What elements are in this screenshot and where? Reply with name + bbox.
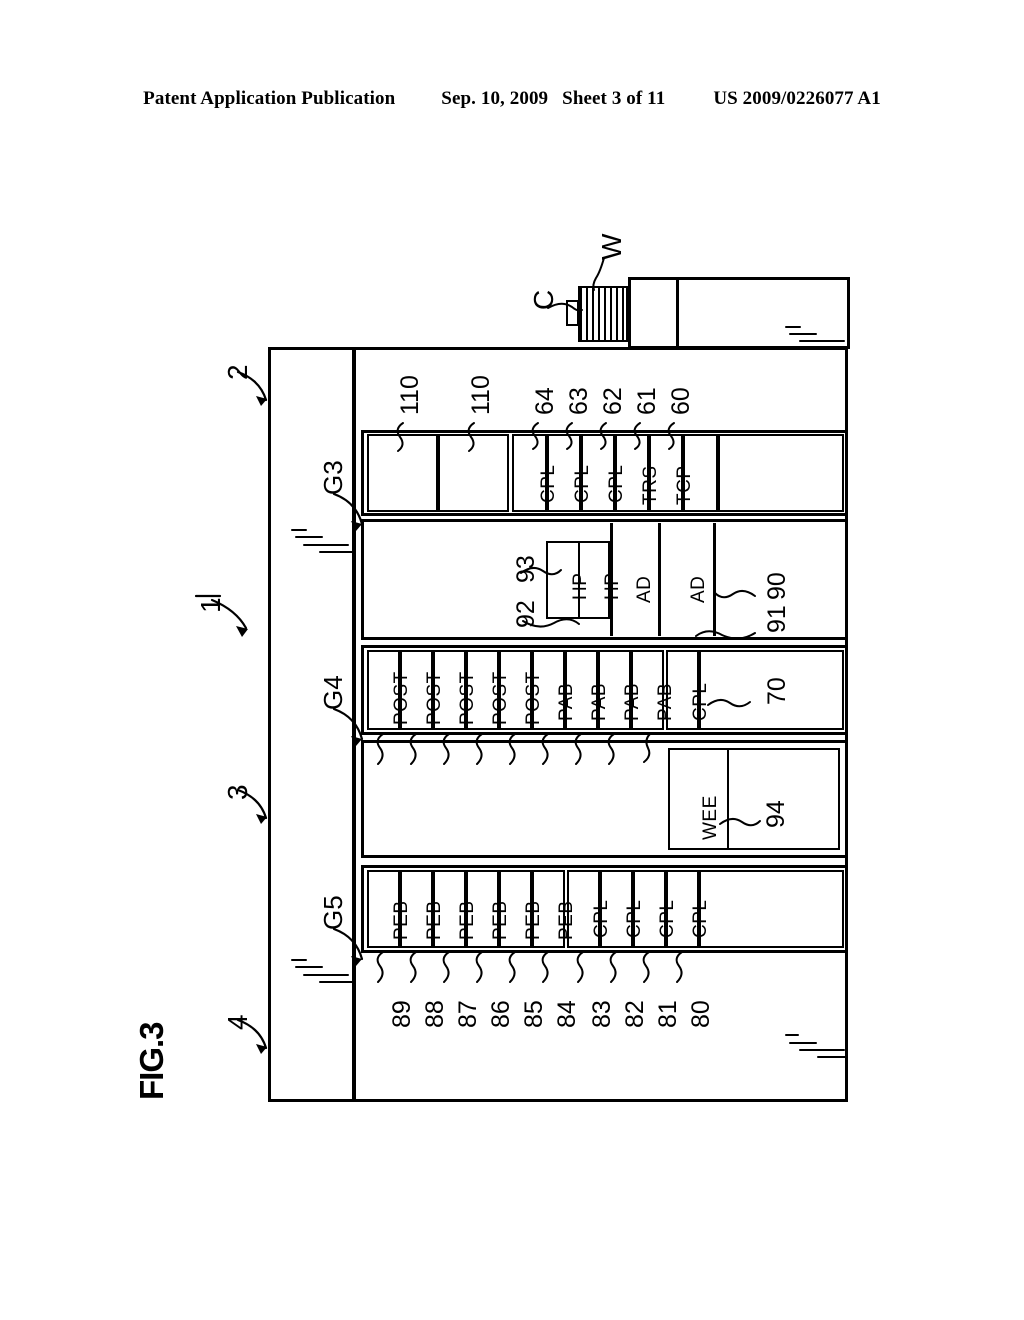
ref-num-83: 83	[588, 1000, 616, 1028]
wee-box	[668, 748, 840, 850]
ref-num-62: 62	[599, 387, 627, 415]
g5-cell-blank	[699, 870, 844, 948]
g5-cell-label-1: PEB	[424, 900, 445, 940]
ref-num-61: 61	[633, 387, 661, 415]
hp-cell-label-1: HP	[602, 573, 624, 600]
patent-figure-drawing: CPL CPL CPL TRS TCP G3 110 110 64 63 62 …	[0, 0, 1024, 1320]
g4-cell-label-9: CPL	[690, 682, 711, 721]
g5-cell-label-2: PEB	[457, 900, 478, 940]
ref-num-110-b: 110	[467, 375, 495, 415]
callout-letter-w: W	[596, 233, 627, 260]
g3-cell-label-6: TCP	[674, 465, 695, 506]
ad-cell-label-1: AD	[688, 575, 709, 603]
ref-num-110-a: 110	[396, 375, 424, 415]
ref-num-80: 80	[687, 1000, 715, 1028]
g4-cell-label-4: POST	[523, 671, 544, 725]
outer-frame-inner-wall	[352, 347, 356, 1102]
ref-num-85: 85	[520, 1000, 548, 1028]
ref-num-64: 64	[531, 387, 559, 415]
ad-divider-left	[610, 523, 613, 636]
group-label-g4: G4	[318, 675, 348, 710]
wee-cell-label: WEE	[700, 795, 721, 840]
g5-cell-label-7: CPL	[624, 899, 645, 938]
group-label-g3: G3	[318, 460, 348, 495]
g4-cell-label-7: PAB	[622, 682, 643, 721]
g4-cell-label-6: PAB	[589, 682, 610, 721]
ref-num-84: 84	[553, 1000, 581, 1028]
g3-cell-label-5: TRS	[640, 465, 661, 506]
g4-cell-label-3: POST	[490, 671, 511, 725]
wee-box-divider	[727, 748, 729, 850]
ad-divider-mid	[658, 523, 661, 636]
ref-num-88: 88	[421, 1000, 449, 1028]
carrier-station-housing	[628, 277, 850, 349]
ad-divider-right	[713, 523, 716, 636]
callout-num-3: 3	[222, 784, 253, 800]
callout-num-1: 1	[195, 597, 226, 613]
hp-cell-label-0: HP	[570, 572, 591, 600]
g5-cell-label-0: PEB	[391, 900, 412, 940]
g5-cell-label-3: PEB	[490, 900, 511, 940]
callout-num-2: 2	[222, 364, 253, 380]
g4-cell-label-1: POST	[424, 671, 445, 725]
group-label-g5: G5	[318, 895, 348, 930]
ref-num-60: 60	[667, 387, 695, 415]
ref-num-90: 90	[763, 572, 791, 600]
g5-cell-label-9: CPL	[690, 899, 711, 938]
g5-cell-label-6: CPL	[591, 899, 612, 938]
ref-num-94: 94	[762, 800, 790, 828]
ref-num-63: 63	[565, 387, 593, 415]
ref-num-92: 92	[512, 600, 540, 628]
ref-num-93: 93	[512, 555, 540, 583]
g4-cell-label-0: POST	[391, 671, 412, 725]
g4-cell-label-2: POST	[457, 671, 478, 725]
g4-cell-label-5: PAB	[556, 682, 577, 721]
g3-cell-0	[367, 434, 438, 512]
ad-cell-label-0: AD	[634, 575, 655, 603]
ref-num-87: 87	[454, 1000, 482, 1028]
g5-cell-label-8: CPL	[657, 899, 678, 938]
g5-cell-label-4: PEB	[523, 900, 544, 940]
g3-cell-label-3: CPL	[572, 464, 593, 503]
g3-cell-label-2: CPL	[538, 464, 559, 503]
callout-num-4: 4	[222, 1014, 253, 1030]
ref-num-82: 82	[621, 1000, 649, 1028]
carrier-latch	[566, 300, 579, 326]
ref-num-70: 70	[763, 677, 791, 705]
wafer-carrier-stripes	[578, 286, 628, 342]
ref-num-89: 89	[388, 1000, 416, 1028]
ref-num-81: 81	[654, 1000, 682, 1028]
g4-cell-label-8: PAB	[655, 682, 676, 721]
carrier-station-divider	[676, 277, 679, 349]
g3-cell-1	[438, 434, 509, 512]
ref-num-91: 91	[763, 605, 791, 633]
g5-cell-label-5: PEB	[556, 900, 577, 940]
ref-num-86: 86	[487, 1000, 515, 1028]
g3-cell-label-4: CPL	[606, 464, 627, 503]
g3-cell-blank-b	[718, 434, 844, 512]
callout-letter-c: C	[528, 289, 559, 310]
